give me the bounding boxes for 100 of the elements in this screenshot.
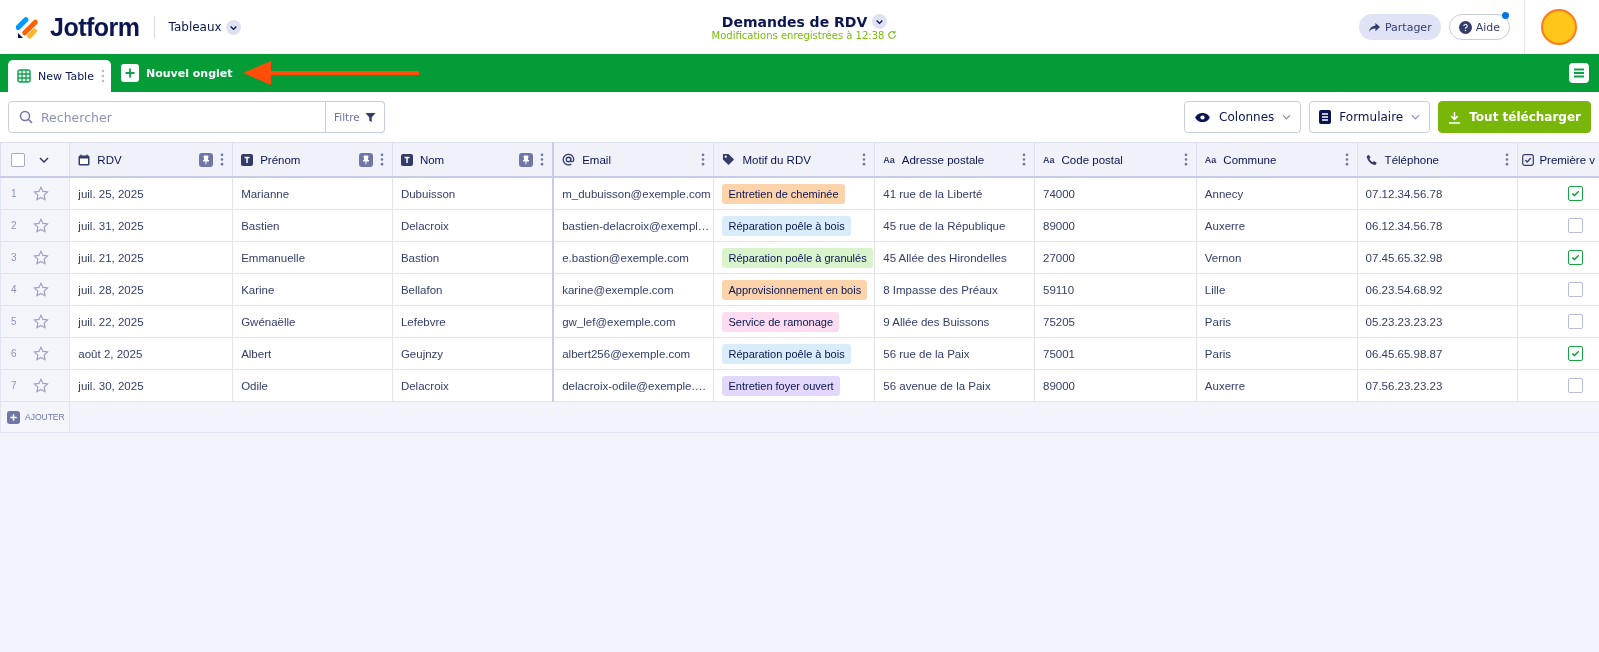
row-checkbox[interactable] [1568, 282, 1584, 297]
table-cell: bastien-delacroix@exempl… [562, 219, 710, 232]
table-cell: 89000 [1043, 219, 1075, 232]
section-dropdown[interactable]: Tableaux [168, 19, 241, 35]
more-options-icon[interactable] [1022, 153, 1027, 166]
column-header[interactable]: Commune [1223, 153, 1277, 166]
row-number: 5 [11, 316, 17, 327]
dots-icon[interactable] [100, 69, 105, 83]
tag: Réparation poêle à bois [722, 343, 851, 364]
chevron-icon [1411, 114, 1421, 120]
column-header[interactable]: Adresse postale [901, 153, 985, 166]
table-tab[interactable]: New Table [8, 60, 111, 92]
filter-button[interactable]: Filtre [326, 101, 385, 133]
table-cell: 8 Impasse des Préaux [883, 283, 998, 296]
checkbox-icon [1522, 153, 1535, 166]
form-dropdown[interactable]: Formulaire [1309, 101, 1431, 133]
table-cell: delacroix-odile@exemple.… [562, 379, 707, 392]
pin-icon[interactable] [519, 152, 534, 167]
select-all-checkbox[interactable] [11, 152, 25, 167]
star-icon[interactable] [33, 249, 50, 266]
more-options-icon[interactable] [862, 153, 867, 166]
star-icon[interactable] [33, 313, 50, 330]
text-type-icon: Aa [1204, 154, 1217, 165]
menu-icon[interactable] [1569, 63, 1589, 83]
share-button[interactable]: Partager [1358, 14, 1441, 40]
table-cell: Vernon [1204, 251, 1242, 264]
column-header[interactable]: Prénom [260, 153, 301, 166]
new-tab-button[interactable]: Nouvel onglet [110, 54, 243, 92]
plus-icon [120, 64, 139, 82]
pin-icon[interactable] [199, 152, 214, 167]
table-cell: Marianne [241, 187, 290, 200]
more-options-icon[interactable] [701, 153, 706, 166]
grid-icon [17, 69, 31, 83]
table-cell: Dubuisson [400, 187, 456, 200]
table-cell: Geujnzy [400, 347, 444, 360]
search-field[interactable]: Rechercher [8, 101, 326, 133]
table-cell: 56 avenue de la Paix [883, 379, 991, 392]
tag: Service de ramonage [722, 311, 840, 332]
table-cell: Delacroix [400, 379, 449, 392]
row-checkbox[interactable] [1568, 346, 1584, 361]
columns-dropdown[interactable]: Colonnes [1184, 101, 1302, 133]
row-checkbox[interactable] [1568, 218, 1584, 233]
more-options-icon[interactable] [540, 153, 545, 166]
row-number: 2 [11, 220, 17, 231]
star-icon[interactable] [33, 345, 50, 362]
table-cell: 89000 [1043, 379, 1075, 392]
table-cell: Delacroix [400, 219, 449, 232]
star-icon[interactable] [33, 377, 50, 394]
more-options-icon[interactable] [379, 153, 384, 166]
star-icon[interactable] [33, 185, 50, 202]
column-header[interactable]: Motif du RDV [742, 153, 811, 166]
table-cell: Paris [1204, 315, 1232, 328]
text-type-icon [241, 153, 254, 166]
save-status: Modifications enregistrées à 12:38 [711, 29, 885, 41]
table-cell: 45 Allée des Hirondelles [883, 251, 1007, 264]
more-options-icon[interactable] [1344, 153, 1349, 166]
tag: Réparation poêle à bois [722, 215, 851, 236]
star-icon[interactable] [33, 281, 50, 298]
help-button[interactable]: Aide [1448, 14, 1510, 40]
chevron-icon [225, 19, 241, 35]
tag-icon [722, 153, 736, 166]
column-header[interactable]: Email [582, 153, 611, 166]
phone-icon [1365, 153, 1378, 166]
more-options-icon[interactable] [1183, 153, 1188, 166]
column-header[interactable]: Code postal [1061, 153, 1123, 166]
table-cell: Paris [1204, 347, 1232, 360]
chevron-icon [1282, 114, 1292, 120]
row-checkbox[interactable] [1568, 314, 1584, 329]
help-icon [1458, 20, 1472, 34]
avatar[interactable] [1541, 9, 1577, 45]
table-cell: 27000 [1043, 251, 1075, 264]
row-checkbox[interactable] [1568, 250, 1584, 265]
table-cell: Annecy [1204, 187, 1244, 200]
table-cell: Bellafon [400, 283, 443, 296]
filter-icon [364, 111, 376, 123]
star-icon[interactable] [33, 217, 50, 234]
more-options-icon[interactable] [1505, 153, 1510, 166]
tag: Approvisionnement en bois [722, 279, 868, 300]
text-type-icon: Aa [883, 154, 895, 165]
row-checkbox[interactable] [1568, 186, 1584, 201]
row-number: 3 [11, 252, 17, 263]
tag: Réparation poêle à granulés [722, 247, 873, 268]
table-cell: 07.45.65.32.98 [1365, 251, 1443, 264]
column-header[interactable]: RDV [97, 153, 122, 166]
chevron-icon[interactable] [872, 14, 888, 29]
table-cell: juil. 22, 2025 [78, 315, 144, 328]
column-header[interactable]: Nom [419, 153, 445, 166]
chevron-icon[interactable] [39, 156, 50, 163]
row-checkbox[interactable] [1568, 378, 1584, 393]
table-cell: juil. 25, 2025 [78, 187, 144, 200]
table-cell: Auxerre [1204, 219, 1246, 232]
row-number: 4 [11, 284, 17, 295]
at-sign-icon [562, 153, 576, 166]
refresh-icon [887, 30, 898, 40]
pin-icon[interactable] [358, 152, 373, 167]
table-cell: albert256@exemple.com [562, 347, 691, 360]
table-cell: août 2, 2025 [78, 347, 143, 360]
more-options-icon[interactable] [220, 153, 225, 166]
column-header[interactable]: Téléphone [1384, 153, 1439, 166]
table-cell: 74000 [1043, 187, 1075, 200]
